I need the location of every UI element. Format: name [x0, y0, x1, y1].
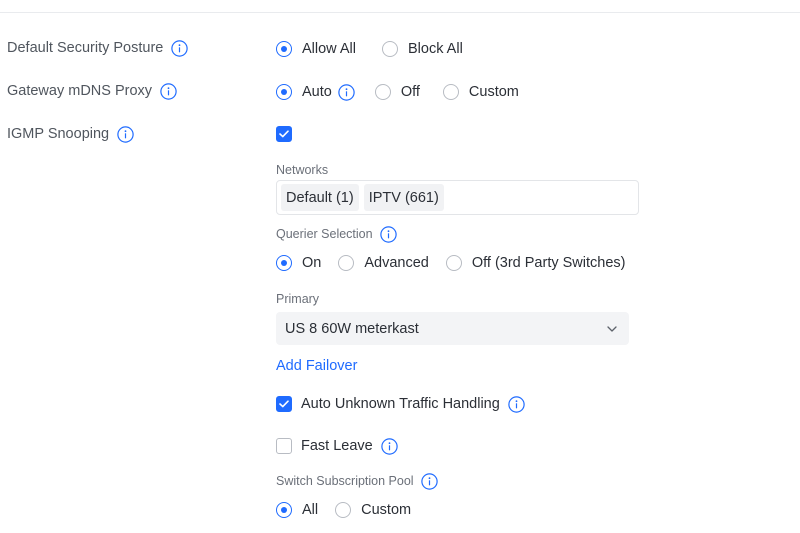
- radio-allow-all[interactable]: Allow All: [276, 41, 356, 57]
- radio-block-all-circle[interactable]: [382, 41, 398, 57]
- networks-multiselect[interactable]: Default (1) IPTV (661): [276, 180, 639, 215]
- radio-pool-all[interactable]: All: [276, 502, 318, 518]
- check-icon: [279, 400, 289, 408]
- mdns-proxy-label-text: Gateway mDNS Proxy: [7, 83, 153, 99]
- querier-selection-label: Querier Selection: [276, 225, 397, 243]
- primary-select[interactable]: US 8 60W meterkast: [276, 312, 629, 345]
- radio-mdns-auto-label: Auto: [302, 84, 332, 100]
- radio-block-all-label: Block All: [408, 41, 463, 57]
- igmp-snooping-label-text: IGMP Snooping: [7, 126, 110, 142]
- auto-unknown-row: Auto Unknown Traffic Handling: [276, 392, 525, 416]
- radio-querier-off-label: Off (3rd Party Switches): [471, 255, 626, 271]
- auto-unknown-checkbox[interactable]: [276, 396, 292, 412]
- fast-leave-checkbox[interactable]: [276, 438, 292, 454]
- radio-mdns-off[interactable]: Off: [374, 84, 420, 100]
- radio-block-all[interactable]: Block All: [382, 41, 463, 57]
- radio-allow-all-label: Allow All: [302, 41, 356, 57]
- networks-label: Networks: [276, 161, 328, 179]
- querier-selection-label-text: Querier Selection: [276, 227, 373, 241]
- chevron-down-icon: [607, 325, 617, 332]
- add-failover-link[interactable]: Add Failover: [276, 356, 357, 376]
- radio-pool-custom-label: Custom: [361, 502, 412, 518]
- subscription-pool-label-text: Switch Subscription Pool: [276, 474, 414, 488]
- info-icon[interactable]: [117, 125, 134, 143]
- networks-label-text: Networks: [276, 163, 329, 177]
- info-icon[interactable]: [379, 225, 397, 243]
- igmp-snooping-label: IGMP Snooping: [7, 123, 134, 145]
- radio-querier-on-circle[interactable]: [276, 255, 292, 271]
- radio-mdns-auto-circle[interactable]: [276, 84, 292, 100]
- radio-mdns-off-label: Off: [400, 84, 420, 100]
- igmp-snooping-toggle-row: [276, 122, 292, 146]
- info-icon[interactable]: [508, 395, 525, 413]
- info-icon[interactable]: [381, 437, 398, 455]
- mdns-proxy-label: Gateway mDNS Proxy: [7, 80, 177, 102]
- security-posture-label: Default Security Posture: [7, 37, 189, 59]
- radio-querier-off-circle[interactable]: [445, 255, 462, 271]
- radio-querier-advanced-label: Advanced: [364, 255, 429, 271]
- radio-querier-off[interactable]: Off (3rd Party Switches): [445, 255, 626, 271]
- querier-options: On Advanced Off (3rd Party Switches): [276, 251, 625, 275]
- info-icon[interactable]: [420, 472, 438, 490]
- auto-unknown-label: Auto Unknown Traffic Handling: [301, 396, 500, 412]
- network-tag[interactable]: Default (1): [281, 184, 359, 211]
- subscription-pool-options: All Custom: [276, 498, 411, 522]
- radio-querier-on[interactable]: On: [276, 255, 321, 271]
- radio-mdns-auto[interactable]: Auto: [276, 84, 332, 100]
- radio-pool-custom-circle[interactable]: [335, 502, 352, 518]
- top-divider: [0, 12, 800, 13]
- fast-leave-row: Fast Leave: [276, 434, 398, 458]
- info-icon[interactable]: [160, 82, 177, 100]
- security-posture-label-text: Default Security Posture: [7, 40, 164, 56]
- radio-pool-custom[interactable]: Custom: [335, 502, 411, 518]
- igmp-snooping-checkbox[interactable]: [276, 126, 292, 142]
- radio-mdns-custom[interactable]: Custom: [442, 84, 519, 100]
- radio-pool-all-label: All: [302, 502, 319, 518]
- radio-mdns-custom-label: Custom: [468, 84, 519, 100]
- network-tag[interactable]: IPTV (661): [363, 184, 444, 211]
- radio-mdns-off-circle[interactable]: [374, 84, 391, 100]
- info-icon[interactable]: [171, 39, 189, 57]
- subscription-pool-label: Switch Subscription Pool: [276, 472, 438, 490]
- fast-leave-label: Fast Leave: [301, 438, 373, 454]
- radio-pool-all-circle[interactable]: [276, 502, 292, 518]
- check-icon: [279, 130, 289, 138]
- security-posture-options: Allow All Block All: [276, 37, 463, 61]
- primary-label-text: Primary: [276, 292, 320, 306]
- radio-allow-all-circle[interactable]: [276, 41, 292, 57]
- primary-select-value: US 8 60W meterkast: [285, 320, 419, 337]
- radio-querier-advanced[interactable]: Advanced: [338, 255, 429, 271]
- radio-querier-advanced-circle[interactable]: [338, 255, 355, 271]
- primary-label: Primary: [276, 290, 319, 308]
- radio-mdns-custom-circle[interactable]: [442, 84, 459, 100]
- info-icon[interactable]: [338, 83, 355, 101]
- mdns-proxy-options: Auto Off Custom: [276, 80, 519, 104]
- radio-querier-on-label: On: [302, 255, 322, 271]
